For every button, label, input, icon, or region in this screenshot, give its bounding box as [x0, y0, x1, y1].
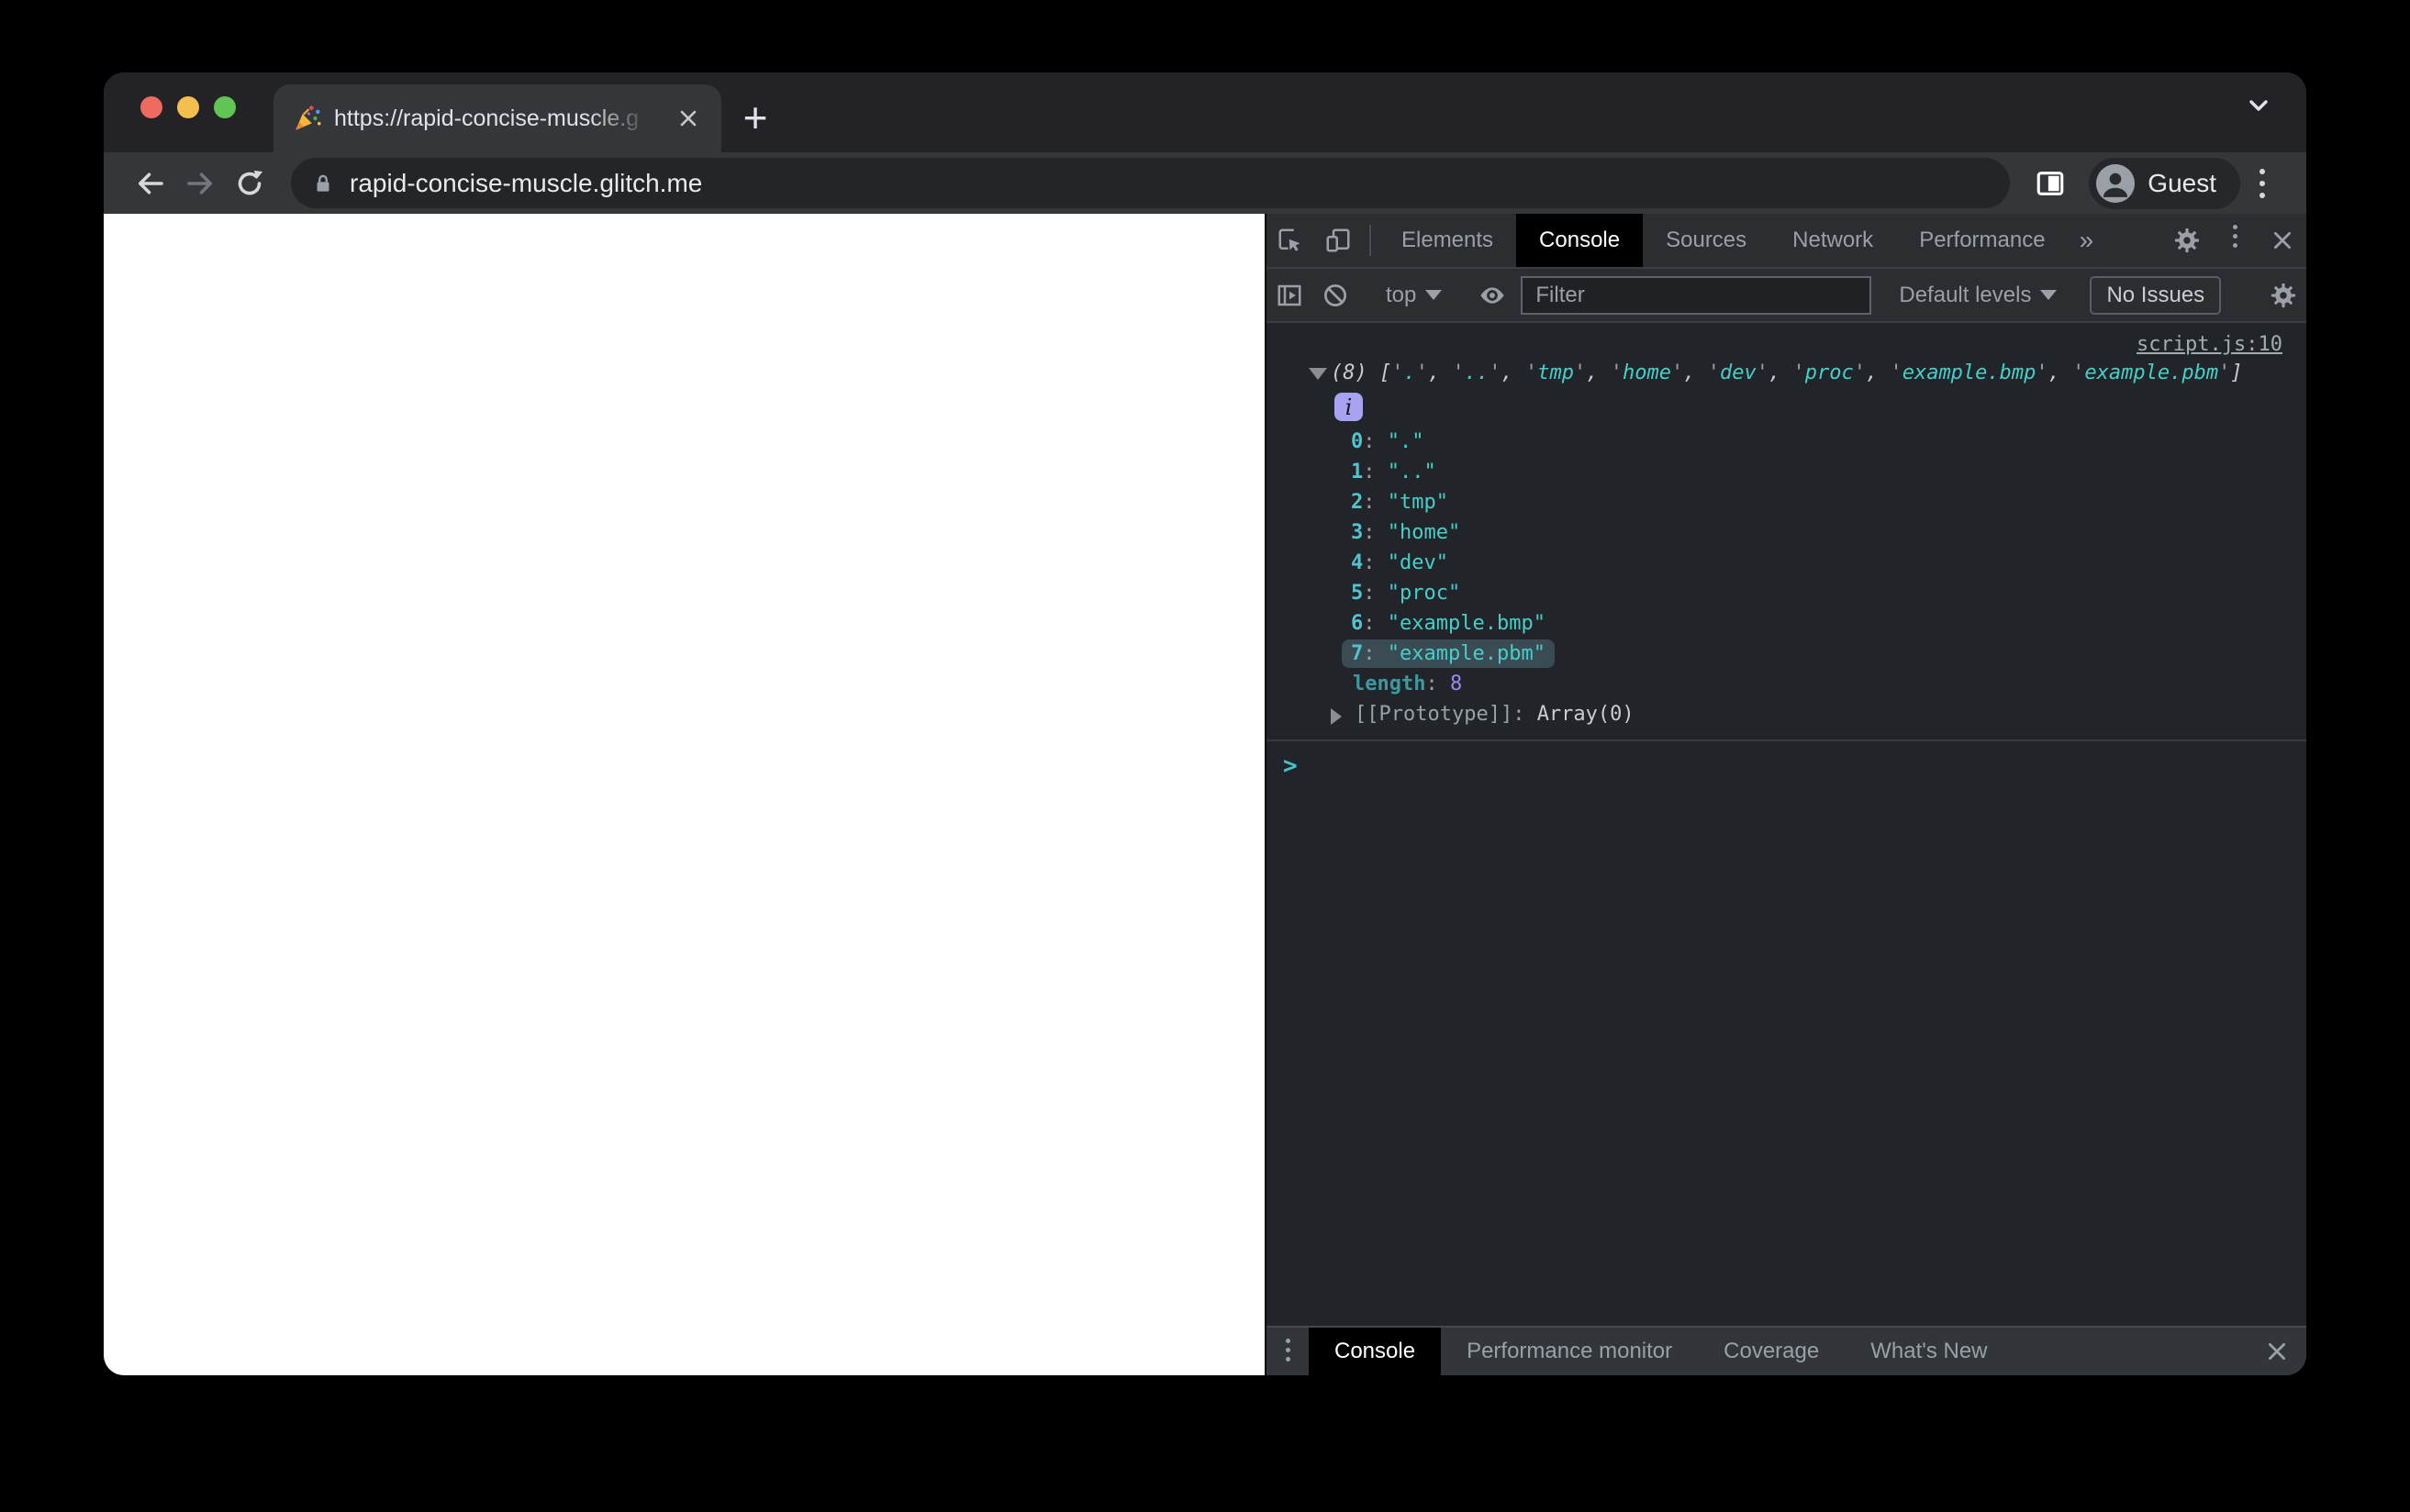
tab-console[interactable]: Console: [1516, 214, 1644, 267]
prototype-value: Array(0): [1536, 703, 1635, 726]
array-item-row[interactable]: 0: ".": [1266, 427, 2306, 457]
length-value: 8: [1449, 673, 1463, 695]
devtools-tab-bar: Elements Console Sources Network Perform…: [1266, 214, 2306, 269]
tab-close-icon[interactable]: [672, 102, 705, 135]
expander-open-icon[interactable]: [1309, 368, 1327, 380]
drawer-menu-icon[interactable]: [1266, 1328, 1309, 1372]
address-bar[interactable]: rapid-concise-muscle.glitch.me: [291, 158, 2011, 208]
devtools-drawer-bar: Console Performance monitor Coverage Wha…: [1266, 1326, 2306, 1375]
drawer-tab-coverage[interactable]: Coverage: [1698, 1328, 1845, 1375]
info-badge-icon: i: [1334, 393, 1363, 421]
url-text: rapid-concise-muscle.glitch.me: [350, 168, 703, 197]
avatar-icon: [2096, 163, 2136, 203]
array-item-row[interactable]: 2: "tmp": [1266, 487, 2306, 517]
prototype-row[interactable]: [[Prototype]]: Array(0): [1266, 699, 2306, 730]
caret-down-icon: [2040, 290, 2058, 300]
console-prompt[interactable]: >: [1266, 741, 2306, 780]
content-area: Elements Console Sources Network Perform…: [104, 214, 2306, 1375]
length-label: length: [1353, 673, 1426, 695]
tab-elements[interactable]: Elements: [1378, 214, 1516, 267]
drawer-tab-performance-monitor[interactable]: Performance monitor: [1441, 1328, 1698, 1375]
browser-menu-icon[interactable]: [2240, 161, 2284, 206]
close-window-button[interactable]: [140, 96, 162, 118]
settings-gear-icon[interactable]: [2163, 214, 2211, 267]
back-button[interactable]: [126, 159, 175, 208]
inspect-element-icon[interactable]: [1266, 214, 1314, 267]
device-toolbar-icon[interactable]: [1314, 214, 1362, 267]
context-selector[interactable]: top: [1375, 283, 1453, 308]
divider: [1369, 225, 1371, 256]
array-item-row[interactable]: 4: "dev": [1266, 548, 2306, 578]
new-tab-button[interactable]: +: [730, 92, 781, 143]
array-item-row[interactable]: 7: "example.pbm": [1266, 639, 2306, 669]
array-length-row: length: 8: [1353, 673, 1463, 695]
drawer-tab-whats-new[interactable]: What's New: [1845, 1328, 2013, 1375]
levels-dropdown[interactable]: Default levels: [1888, 283, 2068, 308]
tab-network[interactable]: Network: [1769, 214, 1896, 267]
tab-strip: https://rapid-concise-muscle.g +: [104, 72, 2306, 152]
browser-toolbar: rapid-concise-muscle.glitch.me Guest: [104, 152, 2306, 214]
levels-label: Default levels: [1899, 282, 2032, 307]
array-item-row[interactable]: 6: "example.bmp": [1266, 608, 2306, 639]
expander-closed-icon[interactable]: [1331, 708, 1342, 725]
drawer-tab-console[interactable]: Console: [1309, 1328, 1442, 1375]
live-expression-eye-icon[interactable]: [1469, 272, 1515, 318]
array-item-row[interactable]: 5: "proc": [1266, 578, 2306, 608]
desktop-background: https://rapid-concise-muscle.g + rapid-c…: [0, 0, 2410, 1512]
more-tabs-icon[interactable]: »: [2069, 214, 2105, 267]
drawer-close-icon[interactable]: [2248, 1328, 2306, 1375]
window-controls: [140, 96, 236, 118]
tab-title: https://rapid-concise-muscle.g: [334, 105, 640, 131]
console-settings-gear-icon[interactable]: [2260, 272, 2306, 318]
profile-name: Guest: [2148, 168, 2216, 197]
prompt-chevron-icon: >: [1283, 752, 1298, 780]
console-array-items: 0: "." 1: ".." 2: "tmp" 3: "home" 4: "dev" 5:…: [1266, 427, 2306, 669]
console-toolbar: top Default levels: [1266, 269, 2306, 323]
profile-button[interactable]: Guest: [2089, 157, 2240, 209]
minimize-window-button[interactable]: [177, 96, 199, 118]
devtools-close-icon[interactable]: [2259, 214, 2306, 267]
browser-tab[interactable]: https://rapid-concise-muscle.g: [273, 84, 721, 152]
array-item-row[interactable]: 1: "..": [1266, 457, 2306, 487]
clear-console-icon[interactable]: [1312, 272, 1358, 318]
console-array-preview: (8) ['.', '..', 'tmp', 'home', 'dev', 'p…: [1331, 361, 2243, 384]
info-badge-row: i: [1266, 393, 2306, 421]
tab-sources[interactable]: Sources: [1643, 214, 1769, 267]
no-issues-button[interactable]: No Issues: [2090, 275, 2222, 315]
zoom-window-button[interactable]: [214, 96, 236, 118]
console-output[interactable]: script.js:10 (8) ['.', '..', 'tmp', 'hom…: [1266, 323, 2306, 1326]
devtools-panel: Elements Console Sources Network Perform…: [1265, 214, 2306, 1375]
page-viewport[interactable]: [104, 214, 1265, 1375]
chevron-down-icon[interactable]: [2244, 96, 2273, 115]
context-label: top: [1386, 282, 1417, 307]
forward-button[interactable]: [175, 159, 225, 208]
browser-window: https://rapid-concise-muscle.g + rapid-c…: [104, 72, 2306, 1375]
array-item-row[interactable]: 3: "home": [1266, 517, 2306, 548]
console-array-summary[interactable]: (8) ['.', '..', 'tmp', 'home', 'dev', 'p…: [1266, 358, 2306, 389]
drawer-sidebar-toggle-icon[interactable]: [1266, 272, 1312, 318]
party-popper-icon: [292, 103, 323, 134]
side-panel-icon[interactable]: [2026, 160, 2074, 207]
source-location-row: script.js:10: [1266, 323, 2306, 358]
reload-button[interactable]: [225, 159, 274, 208]
tab-performance[interactable]: Performance: [1896, 214, 2068, 267]
caret-down-icon: [1425, 290, 1443, 300]
lock-icon[interactable]: [311, 172, 335, 195]
source-link[interactable]: script.js:10: [2137, 333, 2282, 356]
filter-input[interactable]: [1521, 275, 1872, 315]
prototype-label: [[Prototype]]: [1355, 703, 1513, 726]
devtools-menu-icon[interactable]: [2211, 214, 2259, 258]
